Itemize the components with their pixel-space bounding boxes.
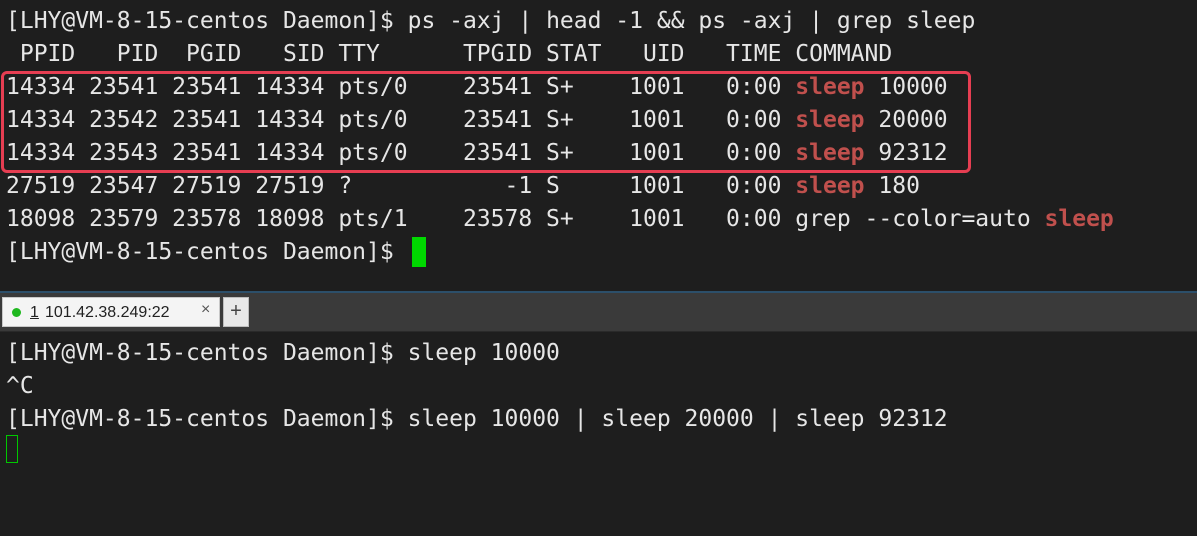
terminal-line: [LHY@VM-8-15-centos Daemon]$ sleep 10000 — [6, 340, 560, 366]
process-row: 14334 23541 23541 14334 pts/0 23541 S+ 1… — [6, 74, 948, 100]
command-text: ps -axj | head -1 && ps -axj | grep slee… — [407, 8, 976, 34]
process-row: 27519 23547 27519 27519 ? -1 S 1001 0:00… — [6, 173, 920, 199]
new-tab-button[interactable]: + — [223, 297, 249, 327]
grep-match: sleep — [795, 140, 865, 166]
terminal-cursor — [412, 237, 426, 267]
prompt: [LHY@VM-8-15-centos Daemon]$ — [6, 8, 394, 34]
close-icon[interactable]: × — [201, 301, 210, 319]
command-line: [LHY@VM-8-15-centos Daemon]$ ps -axj | h… — [6, 5, 975, 38]
ps-header-row: PPID PID PGID SID TTY TPGID STAT UID TIM… — [6, 41, 893, 67]
tab-host-label: 101.42.38.249:22 — [45, 304, 170, 321]
grep-match: sleep — [795, 74, 865, 100]
final-prompt: [LHY@VM-8-15-centos Daemon]$ — [6, 239, 408, 265]
terminal-line: ^C — [6, 373, 34, 399]
session-tab[interactable]: 1 101.42.38.249:22 × — [2, 297, 220, 327]
tab-number: 1 — [30, 304, 39, 321]
session-tab-bar: 1 101.42.38.249:22 × + — [0, 293, 1197, 332]
bottom-terminal-pane[interactable]: [LHY@VM-8-15-centos Daemon]$ sleep 10000… — [0, 332, 1197, 536]
terminal-line: [LHY@VM-8-15-centos Daemon]$ sleep 10000… — [6, 406, 948, 432]
process-row: 18098 23579 23578 18098 pts/1 23578 S+ 1… — [6, 206, 1114, 232]
process-row: 14334 23543 23541 14334 pts/0 23541 S+ 1… — [6, 140, 948, 166]
terminal-cursor — [6, 435, 18, 463]
connected-status-icon — [12, 308, 21, 317]
top-terminal-pane[interactable]: [LHY@VM-8-15-centos Daemon]$ ps -axj | h… — [0, 0, 1197, 292]
process-row: 14334 23542 23541 14334 pts/0 23541 S+ 1… — [6, 107, 948, 133]
grep-match: sleep — [795, 107, 865, 133]
grep-match: sleep — [1044, 206, 1114, 232]
grep-match: sleep — [795, 173, 865, 199]
